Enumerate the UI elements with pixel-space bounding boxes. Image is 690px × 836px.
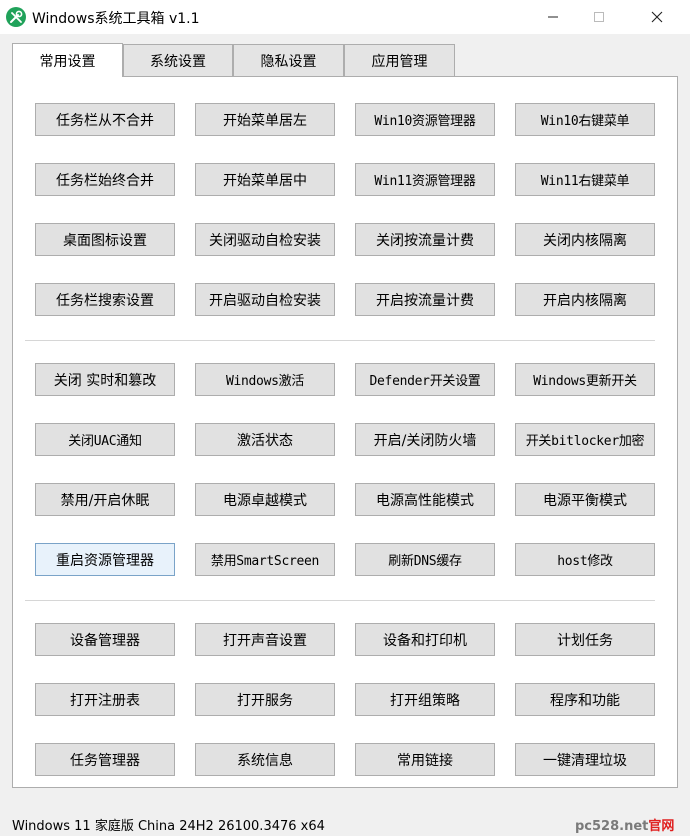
tool-button[interactable]: 刷新DNS缓存 (355, 543, 495, 576)
watermark: pc528.net官网 (575, 815, 674, 834)
tool-button[interactable]: 桌面图标设置 (35, 223, 175, 256)
tool-button[interactable]: 电源卓越模式 (195, 483, 335, 516)
tool-button[interactable]: 开启内核隔离 (515, 283, 655, 316)
close-button[interactable] (634, 0, 680, 34)
maximize-icon (594, 12, 604, 22)
tool-button[interactable]: host修改 (515, 543, 655, 576)
tool-button[interactable]: 开始菜单居左 (195, 103, 335, 136)
tool-button[interactable]: 设备管理器 (35, 623, 175, 656)
tool-button[interactable]: 激活状态 (195, 423, 335, 456)
tab-panel-common-settings: 任务栏从不合并 开始菜单居左 Win10资源管理器 Win10右键菜单 任务栏始终合并开… (12, 76, 678, 788)
minimize-button[interactable] (530, 0, 576, 34)
tool-button[interactable]: 一键清理垃圾 (515, 743, 655, 776)
tab-strip: 常用设置 系统设置 隐私设置 应用管理 (12, 43, 472, 77)
tool-button[interactable]: Windows激活 (195, 363, 335, 396)
tool-button[interactable]: 电源平衡模式 (515, 483, 655, 516)
minimize-icon (548, 16, 558, 18)
tool-button[interactable]: 开启按流量计费 (355, 283, 495, 316)
tab-privacy-settings[interactable]: 隐私设置 (233, 44, 344, 76)
tool-button[interactable]: 开启驱动自检安装 (195, 283, 335, 316)
os-version-text: Windows 11 家庭版 China 24H2 26100.3476 x64 (12, 819, 325, 834)
watermark-tag: 官网 (648, 819, 675, 834)
tool-button[interactable]: 开关bitlocker加密 (515, 423, 655, 456)
tool-button[interactable]: 任务栏搜索设置 (35, 283, 175, 316)
tool-button[interactable]: 重启资源管理器 (35, 543, 175, 576)
tool-button[interactable]: 开始菜单居中 (195, 163, 335, 196)
tab-common-settings[interactable]: 常用设置 (12, 43, 123, 77)
tool-button[interactable]: 打开组策略 (355, 683, 495, 716)
tool-button[interactable]: 关闭 实时和篡改 (35, 363, 175, 396)
tool-button[interactable]: 关闭内核隔离 (515, 223, 655, 256)
tool-button[interactable]: 关闭UAC通知 (35, 423, 175, 456)
section-divider (25, 600, 655, 601)
app-window: Windows系统工具箱 v1.1 常用设置 系统设置 隐私设置 应用管理 任务… (0, 0, 690, 836)
tool-button[interactable]: Defender开关设置 (355, 363, 495, 396)
maximize-button[interactable] (576, 0, 622, 34)
tool-button[interactable]: Win11资源管理器 (355, 163, 495, 196)
tool-button[interactable]: 设备和打印机 (355, 623, 495, 656)
close-icon (651, 11, 663, 23)
tool-button[interactable]: 任务栏从不合并 (35, 103, 175, 136)
status-bar: Windows 11 家庭版 China 24H2 26100.3476 x64… (0, 810, 690, 836)
title-bar[interactable]: Windows系统工具箱 v1.1 (0, 0, 690, 34)
tool-button[interactable]: 系统信息 (195, 743, 335, 776)
tab-system-settings[interactable]: 系统设置 (123, 44, 233, 76)
tool-button[interactable]: Win11右键菜单 (515, 163, 655, 196)
section-divider (25, 340, 655, 341)
tool-button[interactable]: Windows更新开关 (515, 363, 655, 396)
tool-button[interactable]: 关闭按流量计费 (355, 223, 495, 256)
tool-button[interactable]: 打开声音设置 (195, 623, 335, 656)
tool-button[interactable]: 计划任务 (515, 623, 655, 656)
tool-button[interactable]: 常用链接 (355, 743, 495, 776)
tool-button[interactable]: 开启/关闭防火墙 (355, 423, 495, 456)
tool-button[interactable]: 任务管理器 (35, 743, 175, 776)
tool-button[interactable]: 关闭驱动自检安装 (195, 223, 335, 256)
tool-button[interactable]: 电源高性能模式 (355, 483, 495, 516)
tool-button[interactable]: 打开服务 (195, 683, 335, 716)
tool-button[interactable]: Win10资源管理器 (355, 103, 495, 136)
tool-button[interactable]: 任务栏始终合并 (35, 163, 175, 196)
tool-button[interactable]: 程序和功能 (515, 683, 655, 716)
app-icon (6, 7, 26, 27)
watermark-site: pc528.net (575, 819, 649, 834)
tool-button[interactable]: 打开注册表 (35, 683, 175, 716)
tool-button[interactable]: Win10右键菜单 (515, 103, 655, 136)
tool-button[interactable]: 禁用SmartScreen (195, 543, 335, 576)
tab-app-management[interactable]: 应用管理 (344, 44, 455, 76)
tool-button[interactable]: 禁用/开启休眠 (35, 483, 175, 516)
window-title: Windows系统工具箱 v1.1 (32, 11, 200, 27)
